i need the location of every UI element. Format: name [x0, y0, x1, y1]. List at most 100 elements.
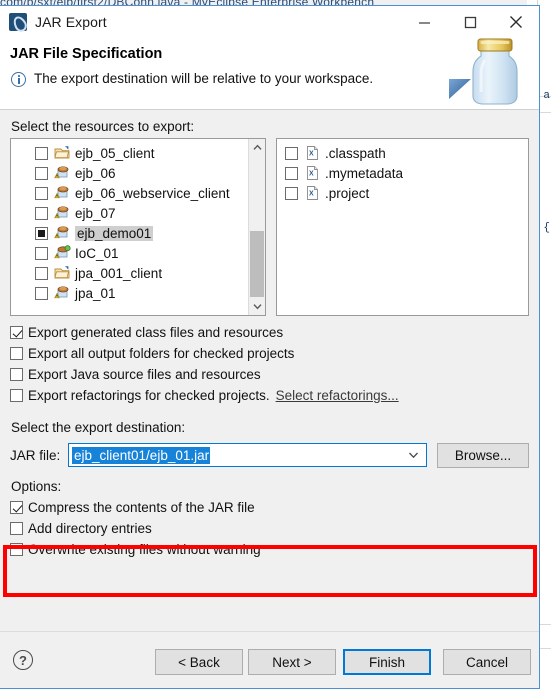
file-checkbox[interactable]	[285, 166, 298, 180]
resource-checkbox[interactable]	[35, 206, 48, 220]
option-export-java-source-files[interactable]: Export Java source files and resources	[10, 364, 529, 385]
option-label: Compress the contents of the JAR file	[28, 500, 255, 515]
background-code-fragment-2: {	[543, 222, 550, 234]
select-refactorings-link[interactable]: Select refactorings...	[276, 388, 399, 403]
tree-row-label: ejb_07	[75, 205, 116, 221]
tree-row-label: ejb_05_client	[75, 145, 155, 161]
option-label: Export all output folders for checked pr…	[28, 346, 295, 361]
tree-row[interactable]: ejb_07	[11, 203, 265, 223]
dialog-body: Select the resources to export: ejb_05_c…	[0, 110, 539, 631]
list-item[interactable]: X .project	[277, 183, 528, 203]
tree-row-label: jpa_001_client	[75, 265, 163, 281]
xml-file-icon: X	[304, 145, 321, 161]
browse-button[interactable]: Browse...	[437, 442, 529, 468]
info-icon	[11, 72, 26, 87]
options-label: Options:	[11, 479, 62, 494]
cancel-button[interactable]: Cancel	[443, 649, 531, 675]
list-item[interactable]: X .mymetadata	[277, 163, 528, 183]
jar-file-combobox[interactable]: ejb_client01/ejb_01.jar	[68, 443, 427, 467]
option-checkbox[interactable]	[10, 368, 23, 381]
resource-checkbox-checked[interactable]	[35, 226, 48, 240]
option-label: Overwrite existing files without warning	[28, 542, 261, 557]
option-checkbox[interactable]	[10, 389, 23, 402]
list-item-label: .mymetadata	[325, 165, 404, 181]
svg-text:X: X	[309, 171, 314, 178]
option-export-all-output-folders[interactable]: Export all output folders for checked pr…	[10, 343, 529, 364]
resource-checkbox[interactable]	[35, 266, 48, 280]
list-item-label: .project	[325, 185, 370, 201]
resource-file-list: X .classpath X .mymetadata X .project	[277, 139, 528, 203]
tree-row-label: ejb_demo01	[75, 225, 154, 241]
tree-row[interactable]: ejb_06	[11, 163, 265, 183]
file-checkbox[interactable]	[285, 186, 298, 200]
tree-row-label: jpa_01	[75, 285, 116, 301]
background-code-fragment-1: a	[543, 90, 550, 102]
jar-file-label: JAR file:	[10, 447, 61, 463]
xml-file-icon: X	[304, 165, 321, 181]
tree-row[interactable]: ejb_06_webservice_client	[11, 183, 265, 203]
option-checkbox[interactable]	[10, 501, 23, 514]
resources-label: Select the resources to export:	[11, 119, 195, 134]
tree-row[interactable]: ejb_05_client	[11, 143, 265, 163]
tree-row-label: IoC_01	[75, 245, 119, 261]
tree-row[interactable]: jpa_01	[11, 283, 265, 303]
svg-text:X: X	[309, 151, 314, 158]
resource-checkbox[interactable]	[35, 246, 48, 260]
java-project-folder-icon	[54, 265, 71, 281]
chevron-down-icon[interactable]	[408, 444, 419, 466]
tree-row-selected[interactable]: ejb_demo01	[11, 223, 265, 243]
dialog-title: JAR Export	[35, 14, 107, 30]
options-group: Compress the contents of the JAR file Ad…	[10, 497, 529, 560]
tree-row-label: ejb_06_webservice_client	[75, 185, 230, 201]
jar-export-dialog: JAR Export JAR File Specification The ex…	[0, 5, 540, 689]
java-project-folder-icon	[54, 145, 71, 161]
svg-text:X: X	[309, 191, 314, 198]
option-compress-jar[interactable]: Compress the contents of the JAR file	[10, 497, 529, 518]
back-button[interactable]: < Back	[155, 649, 243, 675]
destination-label: Select the export destination:	[11, 420, 186, 435]
resource-checkbox[interactable]	[35, 286, 48, 300]
help-icon[interactable]: ?	[13, 650, 33, 670]
java-project-warning-icon	[54, 205, 71, 221]
jar-file-value[interactable]: ejb_client01/ejb_01.jar	[72, 446, 211, 464]
option-export-refactorings[interactable]: Export refactorings for checked projects…	[10, 385, 529, 406]
list-item[interactable]: X .classpath	[277, 143, 528, 163]
option-checkbox[interactable]	[10, 326, 23, 339]
export-options-group: Export generated class files and resourc…	[10, 322, 529, 406]
resource-checkbox[interactable]	[35, 166, 48, 180]
java-project-warning-icon	[54, 185, 71, 201]
dialog-header: JAR File Specification The export destin…	[0, 38, 539, 110]
resource-tree-panel[interactable]: ejb_05_client ejb_06 ejb_06_webservice_c…	[10, 138, 266, 316]
finish-button[interactable]: Finish	[343, 649, 431, 675]
java-project-warning-icon	[54, 225, 71, 241]
resource-checkbox[interactable]	[35, 186, 48, 200]
option-export-generated-class-files[interactable]: Export generated class files and resourc…	[10, 322, 529, 343]
minimize-icon[interactable]	[401, 6, 447, 38]
resource-file-panel[interactable]: X .classpath X .mymetadata X .project	[276, 138, 529, 316]
chevron-down-icon[interactable]	[249, 298, 265, 315]
dialog-footer: ? < Back Next > Finish Cancel	[0, 632, 539, 688]
next-button[interactable]: Next >	[248, 649, 336, 675]
resource-tree-scrollbar[interactable]	[248, 139, 265, 315]
java-project-warning-icon	[54, 165, 71, 181]
scrollbar-thumb[interactable]	[250, 231, 264, 297]
option-label: Export Java source files and resources	[28, 367, 261, 382]
option-add-directory-entries[interactable]: Add directory entries	[10, 518, 529, 539]
java-project-warning-icon	[54, 285, 71, 301]
jar-export-icon	[9, 13, 27, 31]
tree-row[interactable]: IoC_01	[11, 243, 265, 263]
jar-file-row: JAR file: ejb_client01/ejb_01.jar Browse…	[10, 442, 529, 468]
option-label: Export refactorings for checked projects…	[28, 388, 270, 403]
file-checkbox[interactable]	[285, 146, 298, 160]
page-description: The export destination will be relative …	[34, 71, 374, 86]
resource-checkbox[interactable]	[35, 146, 48, 160]
option-checkbox[interactable]	[10, 347, 23, 360]
tree-row[interactable]: jpa_001_client	[11, 263, 265, 283]
java-project-web-icon	[54, 245, 71, 261]
resource-panes: ejb_05_client ejb_06 ejb_06_webservice_c…	[10, 138, 529, 316]
option-checkbox[interactable]	[10, 522, 23, 535]
option-overwrite-existing-files[interactable]: Overwrite existing files without warning	[10, 539, 529, 560]
option-label: Export generated class files and resourc…	[28, 325, 284, 340]
option-checkbox[interactable]	[10, 543, 23, 556]
chevron-up-icon[interactable]	[249, 139, 265, 156]
